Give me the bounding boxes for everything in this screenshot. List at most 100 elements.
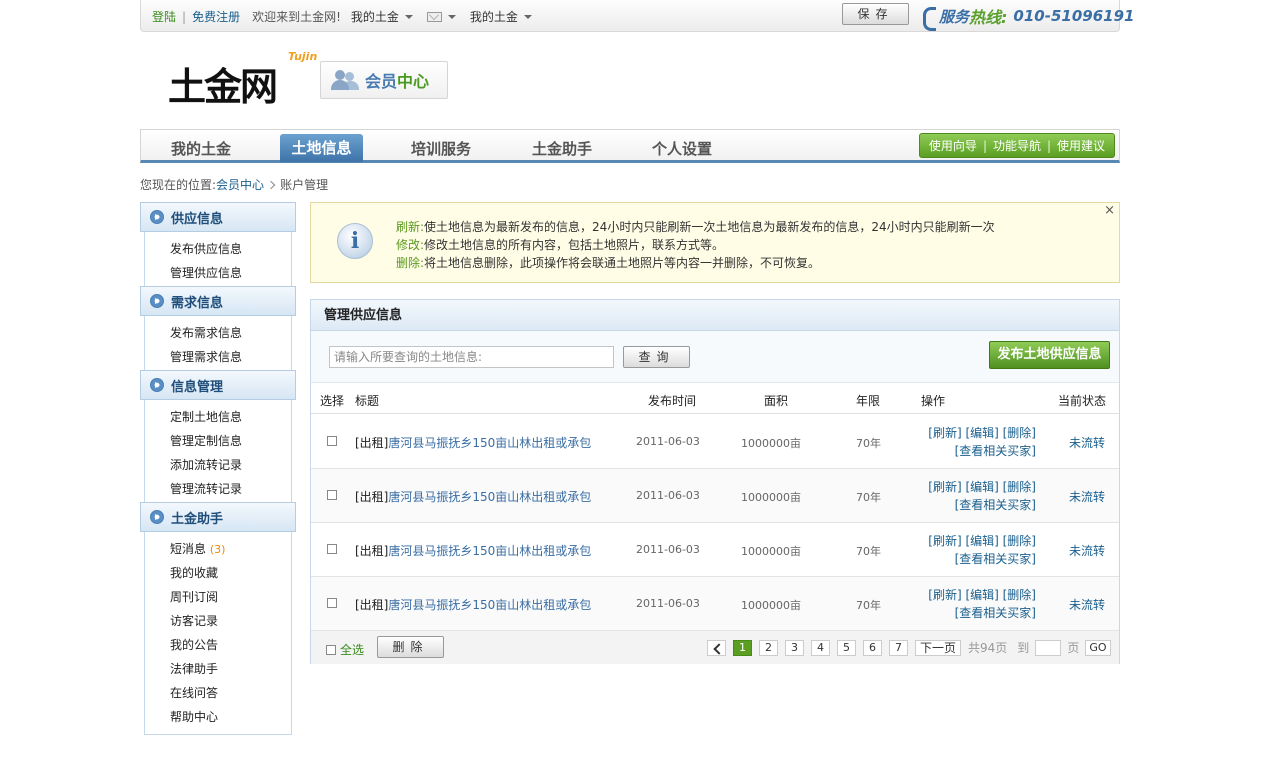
- page-7[interactable]: 7: [889, 639, 908, 656]
- breadcrumb: 您现在的位置:会员中心 账户管理: [140, 176, 328, 193]
- row-area: 1000000亩: [741, 437, 801, 450]
- nav-tab-settings[interactable]: 个人设置: [652, 138, 712, 159]
- site-logo-en: Tujin: [288, 50, 318, 63]
- sidebar-group-info-manage[interactable]: 信息管理: [140, 370, 296, 400]
- sidebar-item-legal[interactable]: 法律助手: [170, 660, 218, 677]
- row-title-link[interactable]: 唐河县马振抚乡150亩山林出租或承包: [388, 544, 591, 558]
- sidebar-group-supply[interactable]: 供应信息: [140, 202, 296, 232]
- sidebar-item-weekly[interactable]: 周刊订阅: [170, 588, 218, 605]
- row-checkbox[interactable]: [327, 544, 337, 554]
- sidebar-item-manage-custom[interactable]: 管理定制信息: [170, 432, 242, 449]
- save-button[interactable]: 保存: [842, 3, 909, 25]
- go-button[interactable]: GO: [1085, 639, 1111, 656]
- delete-button[interactable]: 删除: [377, 636, 444, 658]
- breadcrumb-member-center[interactable]: 会员中心: [216, 178, 264, 192]
- col-ops: 操作: [921, 394, 946, 408]
- notice-label: 修改:: [396, 238, 425, 252]
- row-ops-actions[interactable]: [刷新] [编辑] [删除]: [928, 478, 1036, 496]
- nav-help-links: 使用向导 | 功能导航 | 使用建议: [919, 133, 1115, 158]
- row-checkbox[interactable]: [327, 490, 337, 500]
- row-status[interactable]: 未流转: [1069, 542, 1105, 559]
- page-6[interactable]: 6: [863, 639, 882, 656]
- row-title: [出租]唐河县马振抚乡150亩山林出租或承包: [355, 434, 591, 451]
- row-ops: [刷新] [编辑] [删除] [查看相关买家]: [928, 424, 1036, 460]
- row-checkbox[interactable]: [327, 436, 337, 446]
- sidebar-group-demand[interactable]: 需求信息: [140, 286, 296, 316]
- my-tujin-menu-2[interactable]: 我的土金: [470, 8, 532, 25]
- row-title-link[interactable]: 唐河县马振抚乡150亩山林出租或承包: [388, 598, 591, 612]
- sidebar-item-add-transfer[interactable]: 添加流转记录: [170, 456, 242, 473]
- chevron-right-icon: [266, 180, 276, 190]
- mail-menu[interactable]: [413, 11, 456, 22]
- nav-tab-land-info[interactable]: 土地信息: [280, 134, 363, 162]
- table-row: [出租]唐河县马振抚乡150亩山林出租或承包 2011-06-03 100000…: [311, 523, 1119, 577]
- notice-text: 将土地信息删除，此项操作将会联通土地照片等内容一并删除，不可恢复。: [424, 256, 821, 270]
- search-input[interactable]: [329, 346, 614, 368]
- row-status[interactable]: 未流转: [1069, 488, 1105, 505]
- nav-tab-assistant[interactable]: 土金助手: [532, 138, 592, 159]
- notice-text: 使土地信息为最新发布的信息，24小时内只能刷新一次土地信息为最新发布的信息，24…: [424, 220, 995, 234]
- arrow-circle-icon: [150, 378, 164, 392]
- row-status[interactable]: 未流转: [1069, 596, 1105, 613]
- select-all[interactable]: 全选: [326, 641, 364, 658]
- function-nav-link[interactable]: 功能导航: [993, 137, 1041, 154]
- row-title-link[interactable]: 唐河县马振抚乡150亩山林出租或承包: [388, 490, 591, 504]
- panel-title: 管理供应信息: [311, 300, 1119, 331]
- sidebar-item-manage-transfer[interactable]: 管理流转记录: [170, 480, 242, 497]
- row-view-buyers[interactable]: [查看相关买家]: [928, 442, 1036, 460]
- breadcrumb-current: 账户管理: [280, 178, 329, 192]
- row-checkbox[interactable]: [327, 598, 337, 608]
- query-button[interactable]: 查询: [623, 346, 690, 368]
- page-1[interactable]: 1: [733, 639, 752, 656]
- row-view-buyers[interactable]: [查看相关买家]: [928, 550, 1036, 568]
- sidebar-item-qa[interactable]: 在线问答: [170, 684, 218, 701]
- page-3[interactable]: 3: [785, 639, 804, 656]
- hotline-label-b: 热线:: [969, 8, 1008, 27]
- prev-page-icon[interactable]: [707, 639, 726, 656]
- row-status[interactable]: 未流转: [1069, 434, 1105, 451]
- row-ops-actions[interactable]: [刷新] [编辑] [删除]: [928, 424, 1036, 442]
- row-area: 1000000亩: [741, 599, 801, 612]
- row-area: 1000000亩: [741, 491, 801, 504]
- table-footer: 全选 删除 1 2 3 4 5 6 7 下一页 共94页 到 页 GO: [311, 631, 1119, 664]
- site-logo[interactable]: 土金网: [168, 56, 278, 111]
- sidebar-item-publish-demand[interactable]: 发布需求信息: [170, 324, 242, 341]
- sidebar-item-favorites[interactable]: 我的收藏: [170, 564, 218, 581]
- nav-tab-my-tujin[interactable]: 我的土金: [171, 138, 231, 159]
- row-view-buyers[interactable]: [查看相关买家]: [928, 496, 1036, 514]
- page-2[interactable]: 2: [759, 639, 778, 656]
- page-5[interactable]: 5: [837, 639, 856, 656]
- row-ops: [刷新] [编辑] [删除] [查看相关买家]: [928, 478, 1036, 514]
- sidebar-item-help[interactable]: 帮助中心: [170, 708, 218, 725]
- sidebar-group-assistant[interactable]: 土金助手: [140, 502, 296, 532]
- chevron-down-icon: [404, 14, 413, 19]
- next-page-button[interactable]: 下一页: [915, 639, 962, 656]
- publish-supply-button[interactable]: 发布土地供应信息: [989, 341, 1110, 369]
- row-view-buyers[interactable]: [查看相关买家]: [928, 604, 1036, 622]
- sidebar-item-custom-land[interactable]: 定制土地信息: [170, 408, 242, 425]
- sidebar-item-manage-demand[interactable]: 管理需求信息: [170, 348, 242, 365]
- sidebar-item-manage-supply[interactable]: 管理供应信息: [170, 264, 242, 281]
- suggestion-link[interactable]: 使用建议: [1057, 137, 1105, 154]
- close-icon[interactable]: ×: [1104, 203, 1115, 218]
- nav-tab-training[interactable]: 培训服务: [411, 138, 471, 159]
- page-4[interactable]: 4: [811, 639, 830, 656]
- arrow-circle-icon: [150, 210, 164, 224]
- register-link[interactable]: 免费注册: [192, 8, 240, 25]
- sidebar-item-visitors[interactable]: 访客记录: [170, 612, 218, 629]
- table-row: [出租]唐河县马振抚乡150亩山林出租或承包 2011-06-03 100000…: [311, 577, 1119, 631]
- goto-page-input[interactable]: [1035, 639, 1062, 656]
- sidebar-item-announcements[interactable]: 我的公告: [170, 636, 218, 653]
- guide-link[interactable]: 使用向导: [929, 137, 977, 154]
- notice-line-refresh: 刷新:使土地信息为最新发布的信息，24小时内只能刷新一次土地信息为最新发布的信息…: [396, 218, 995, 236]
- row-ops-actions[interactable]: [刷新] [编辑] [删除]: [928, 586, 1036, 604]
- select-all-checkbox[interactable]: [326, 644, 336, 655]
- my-tujin-menu[interactable]: 我的土金: [351, 8, 413, 25]
- users-icon: [331, 68, 361, 92]
- row-ops-actions[interactable]: [刷新] [编辑] [删除]: [928, 532, 1036, 550]
- login-link[interactable]: 登陆: [152, 8, 176, 25]
- member-label-b: 中心: [397, 72, 430, 91]
- sidebar-item-publish-supply[interactable]: 发布供应信息: [170, 240, 242, 257]
- sidebar-item-messages[interactable]: 短消息 (3): [170, 540, 225, 557]
- row-title-link[interactable]: 唐河县马振抚乡150亩山林出租或承包: [388, 436, 591, 450]
